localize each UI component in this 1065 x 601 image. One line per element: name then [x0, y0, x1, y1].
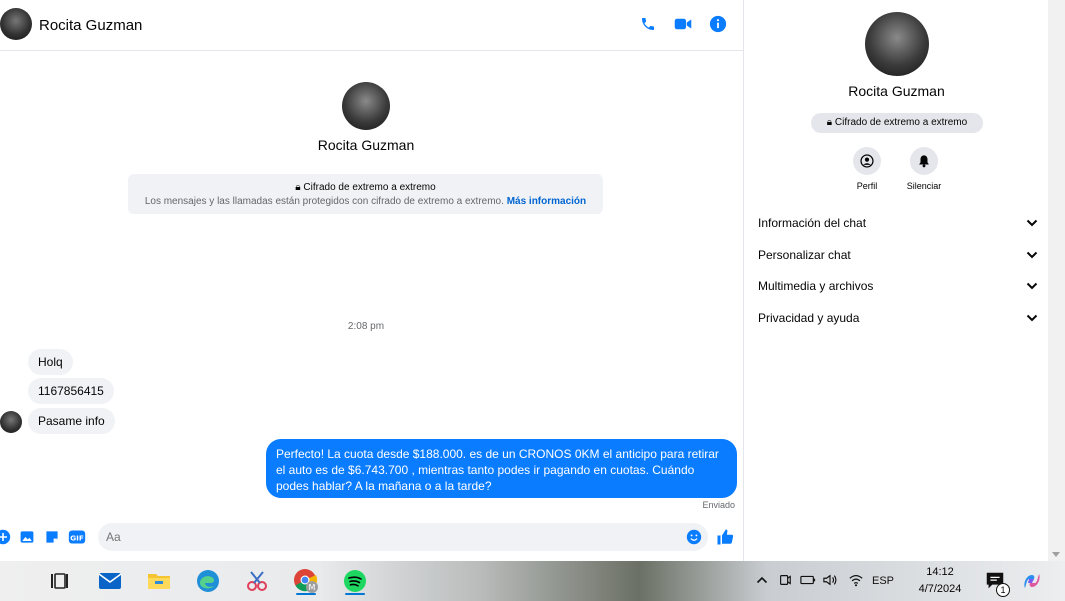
photo-icon[interactable] — [18, 528, 36, 546]
chevron-down-icon — [1026, 311, 1038, 325]
notification-count-badge: 1 — [996, 583, 1010, 597]
video-camera-icon[interactable] — [673, 14, 693, 34]
meet-now-icon[interactable] — [778, 573, 800, 590]
wifi-icon[interactable] — [848, 573, 872, 590]
chevron-down-icon — [1026, 248, 1038, 262]
gif-icon[interactable]: GIF — [68, 528, 86, 546]
profile-icon — [853, 147, 881, 175]
sticker-icon[interactable] — [43, 528, 61, 546]
message-input[interactable] — [98, 523, 708, 551]
vertical-scrollbar[interactable] — [1048, 0, 1065, 561]
more-info-link[interactable]: Más información — [507, 196, 586, 207]
copilot-icon[interactable] — [1017, 566, 1047, 596]
chrome-profile-badge: M — [309, 583, 316, 592]
section-chat-info[interactable]: Información del chat — [758, 211, 1038, 235]
message-timestamp: 2:08 pm — [347, 321, 385, 332]
lock-icon: 🔒︎ — [295, 182, 301, 193]
encryption-title: Cifrado de extremo a extremo — [303, 182, 436, 193]
message-status: Enviado — [702, 500, 735, 510]
incoming-message[interactable]: 1167856415 — [28, 378, 114, 404]
outgoing-message[interactable]: Perfecto! La cuota desde $188.000. es de… — [266, 439, 737, 498]
mute-label: Silenciar — [906, 181, 942, 191]
profile-label: Perfil — [856, 181, 878, 191]
chevron-down-icon — [1026, 279, 1038, 293]
task-view-icon[interactable] — [44, 566, 74, 596]
mute-button[interactable]: Silenciar — [894, 147, 954, 191]
chat-header: Rocita Guzman — [0, 0, 744, 51]
thumbs-up-icon[interactable] — [716, 528, 734, 546]
show-hidden-icons-chevron-icon[interactable] — [756, 575, 772, 587]
mail-icon[interactable] — [95, 566, 125, 596]
active-app-indicator — [296, 593, 316, 595]
incoming-message[interactable]: Holq — [28, 349, 73, 375]
system-tray: ESP — [756, 561, 894, 601]
section-customize-chat[interactable]: Personalizar chat — [758, 243, 1038, 267]
contact-name-center: Rocita Guzman — [317, 137, 415, 153]
profile-button[interactable]: Perfil — [837, 147, 897, 191]
contact-name[interactable]: Rocita Guzman — [39, 17, 142, 34]
details-contact-name: Rocita Guzman — [848, 83, 945, 99]
system-clock[interactable]: 14:12 4/7/2024 — [912, 564, 968, 598]
chrome-browser-icon[interactable]: M — [291, 566, 321, 596]
plus-circle-icon[interactable] — [0, 528, 12, 546]
emoji-icon[interactable] — [685, 528, 703, 546]
contact-profile-picture[interactable] — [342, 82, 390, 130]
chevron-down-icon — [1026, 216, 1038, 230]
active-app-indicator — [345, 593, 365, 595]
edge-browser-icon[interactable] — [193, 566, 223, 596]
scroll-down-arrow-icon[interactable] — [1052, 552, 1060, 557]
section-privacy-support[interactable]: Privacidad y ayuda — [758, 306, 1038, 330]
section-media-files[interactable]: Multimedia y archivos — [758, 274, 1038, 298]
spotify-icon[interactable] — [340, 566, 370, 596]
incoming-message[interactable]: Pasame info — [28, 408, 115, 434]
snipping-tool-icon[interactable] — [242, 566, 272, 596]
info-icon[interactable] — [708, 14, 728, 34]
encryption-notice: 🔒︎ Cifrado de extremo a extremo Los mens… — [128, 174, 603, 214]
message-composer: GIF — [0, 520, 744, 555]
battery-icon[interactable] — [800, 574, 822, 589]
volume-icon[interactable] — [822, 573, 844, 590]
input-language-indicator[interactable]: ESP — [872, 575, 894, 587]
bell-icon — [910, 147, 938, 175]
chat-details-pane: Rocita Guzman 🔒︎ Cifrado de extremo a ex… — [745, 0, 1048, 561]
contact-avatar[interactable] — [0, 8, 32, 40]
clock-date: 4/7/2024 — [918, 583, 962, 595]
chat-pane: Rocita Guzman Rocita Guzman 🔒︎ Cifrado d… — [0, 0, 744, 561]
svg-text:GIF: GIF — [70, 533, 84, 542]
encryption-description: Los mensajes y las llamadas están proteg… — [144, 196, 504, 207]
windows-taskbar: M ESP 14:12 4/7/2024 1 — [0, 561, 1065, 601]
lock-icon: 🔒︎ — [826, 117, 833, 128]
sender-avatar — [0, 411, 22, 433]
details-profile-picture[interactable] — [865, 12, 929, 76]
clock-time: 14:12 — [926, 566, 954, 578]
phone-icon[interactable] — [638, 14, 658, 34]
file-explorer-icon[interactable] — [144, 566, 174, 596]
notification-center-icon[interactable]: 1 — [980, 566, 1010, 597]
messenger-window: Rocita Guzman Rocita Guzman 🔒︎ Cifrado d… — [0, 0, 1065, 561]
encryption-badge[interactable]: 🔒︎ Cifrado de extremo a extremo — [811, 113, 983, 133]
